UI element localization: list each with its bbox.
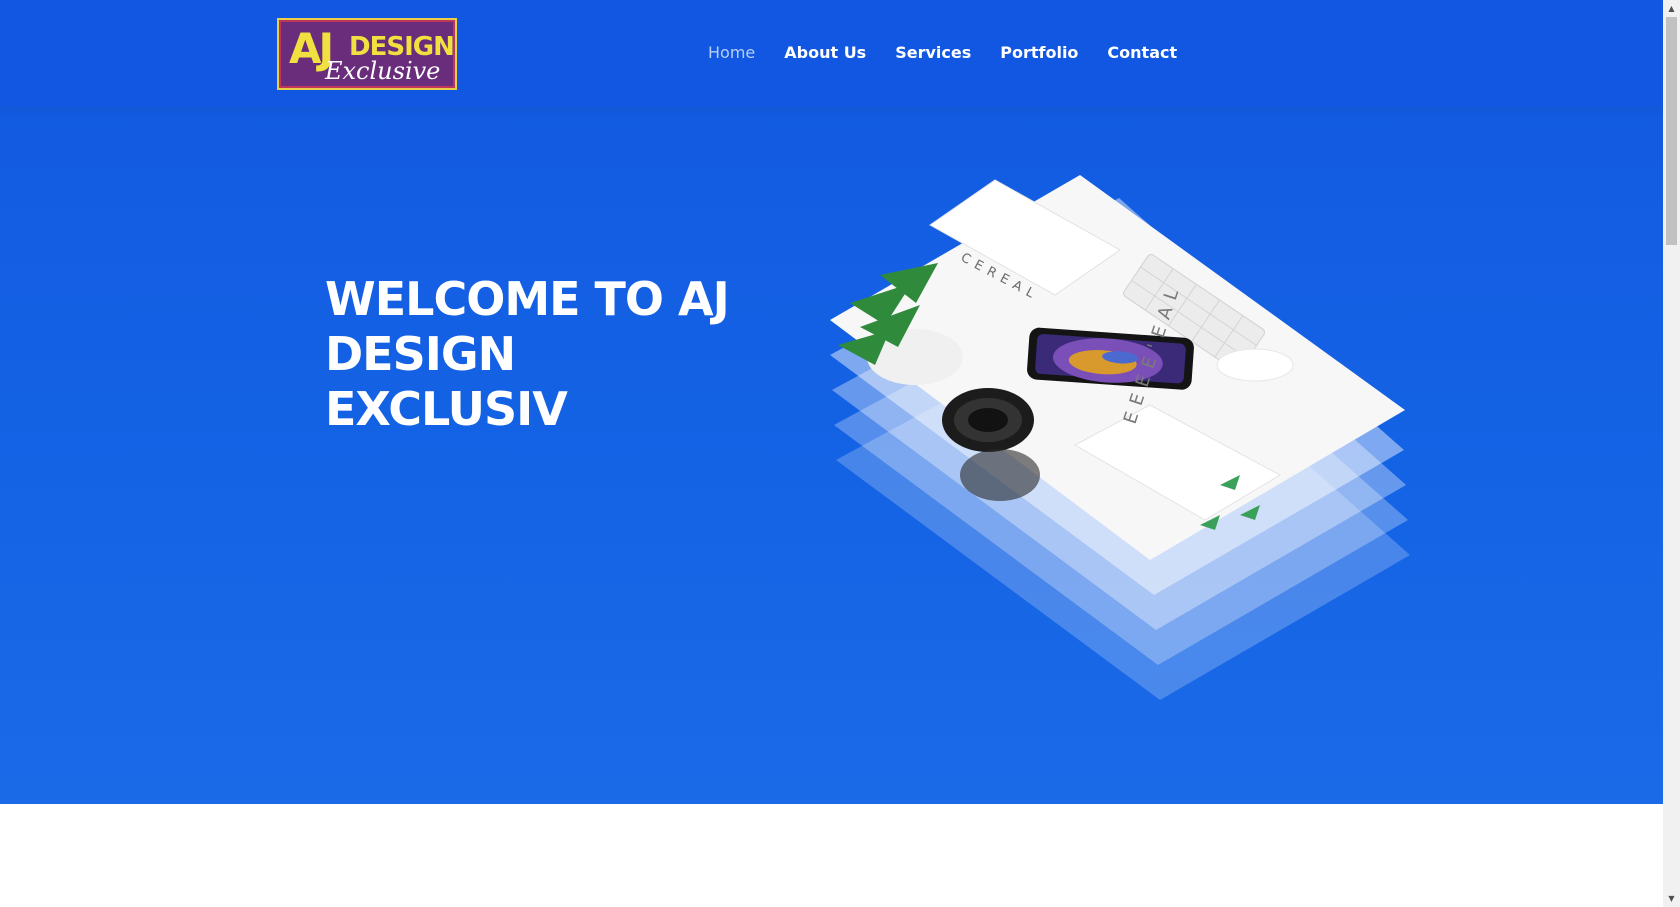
hero-title-line-3: EXCLUSIV <box>325 382 568 436</box>
main-nav: Home About Us Services Portfolio Contact <box>708 40 1206 66</box>
nav-services-link[interactable]: Services <box>895 40 971 66</box>
scroll-up-arrow-icon[interactable]: ▲ <box>1663 0 1680 17</box>
scroll-down-arrow-icon[interactable]: ▼ <box>1663 890 1680 907</box>
scroll-thumb[interactable] <box>1666 17 1677 245</box>
nav-home-link[interactable]: Home <box>708 40 755 66</box>
mouse-shape <box>1216 348 1294 382</box>
logo-exclusive-text: Exclusive <box>325 57 441 85</box>
hero-title-line-1: WELCOME TO AJ <box>325 272 730 326</box>
page: AJ DESIGN Exclusive Home About Us Servic… <box>0 0 1663 907</box>
nav-contact-link[interactable]: Contact <box>1107 40 1177 66</box>
page-scrollbar[interactable]: ▲ ▼ <box>1663 0 1680 907</box>
nav-about-us-link[interactable]: About Us <box>784 40 866 66</box>
hero-title: WELCOME TO AJ DESIGN EXCLUSIV <box>325 272 785 437</box>
hero-section: AJ DESIGN Exclusive Home About Us Servic… <box>0 0 1663 804</box>
nav-portfolio-link[interactable]: Portfolio <box>1000 40 1078 66</box>
site-header: AJ DESIGN Exclusive Home About Us Servic… <box>0 0 1663 107</box>
hero-layered-image: CEREAL EEEE'EAL <box>830 175 1410 700</box>
logo[interactable]: AJ DESIGN Exclusive <box>277 18 457 90</box>
hero-title-line-2: DESIGN <box>325 327 516 381</box>
